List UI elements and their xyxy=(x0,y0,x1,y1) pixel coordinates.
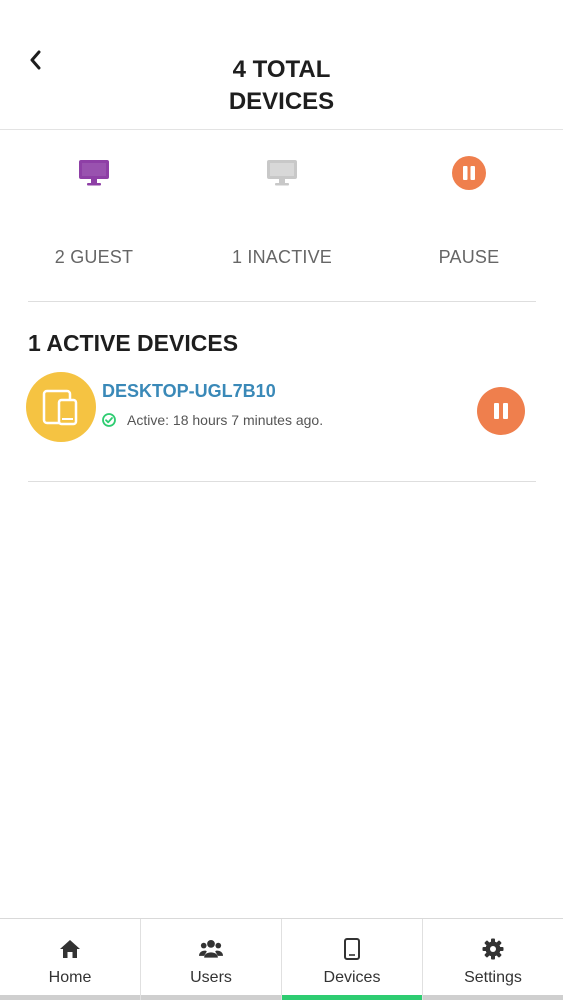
nav-devices-label: Devices xyxy=(323,969,381,986)
nav-indicator-active xyxy=(282,995,422,1000)
pause-icon xyxy=(449,153,489,193)
bottom-nav: Home Users Devices Settings xyxy=(0,918,563,1000)
devices-icon xyxy=(42,389,78,426)
stat-guest[interactable]: 2 GUEST xyxy=(0,131,188,301)
device-name[interactable]: DESKTOP-UGL7B10 xyxy=(102,381,276,402)
section-title: 1 ACTIVE DEVICES xyxy=(28,330,239,356)
check-circle-icon xyxy=(102,413,116,427)
device-avatar xyxy=(26,372,96,442)
nav-settings[interactable]: Settings xyxy=(423,919,563,1000)
nav-home[interactable]: Home xyxy=(0,919,141,1000)
device-status-text: Active: 18 hours 7 minutes ago. xyxy=(127,412,324,428)
nav-indicator xyxy=(423,995,563,1000)
divider xyxy=(28,301,536,302)
monitor-icon xyxy=(74,153,114,193)
nav-indicator xyxy=(0,995,140,1000)
nav-settings-label: Settings xyxy=(464,969,522,986)
users-icon xyxy=(199,937,223,961)
page-title-line2: DEVICES xyxy=(228,88,335,115)
device-status: Active: 18 hours 7 minutes ago. xyxy=(102,412,323,428)
nav-indicator xyxy=(141,995,281,1000)
monitor-icon xyxy=(262,153,302,193)
gear-icon xyxy=(481,937,505,961)
stat-pause-label: PAUSE xyxy=(438,247,500,267)
tablet-icon xyxy=(340,937,364,961)
nav-devices[interactable]: Devices xyxy=(282,919,423,1000)
page-title-line1: 4 TOTAL xyxy=(232,56,331,83)
home-icon xyxy=(58,937,82,961)
nav-users-label: Users xyxy=(190,969,232,986)
stat-pause[interactable]: PAUSE xyxy=(375,131,563,301)
device-row[interactable]: DESKTOP-UGL7B10 Active: 18 hours 7 minut… xyxy=(26,370,536,450)
pause-device-button[interactable] xyxy=(477,387,525,435)
stat-inactive-label: 1 INACTIVE xyxy=(231,247,333,267)
nav-users[interactable]: Users xyxy=(141,919,282,1000)
divider xyxy=(28,481,536,482)
page-title: 4 TOTAL DEVICES xyxy=(0,54,563,118)
device-stats: 2 GUEST 1 INACTIVE PAUSE xyxy=(0,131,563,301)
header: 4 TOTAL DEVICES xyxy=(0,0,563,130)
stat-inactive[interactable]: 1 INACTIVE xyxy=(188,131,376,301)
stat-guest-label: 2 GUEST xyxy=(54,247,134,267)
pause-icon xyxy=(494,403,508,419)
nav-home-label: Home xyxy=(48,969,92,986)
